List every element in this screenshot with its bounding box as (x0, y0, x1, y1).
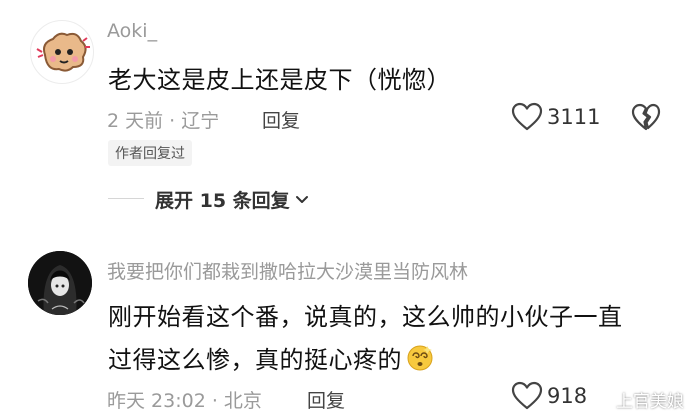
like-button[interactable]: 918 (511, 381, 587, 411)
heart-outline-icon (511, 102, 543, 131)
like-button[interactable]: 3111 (511, 102, 600, 132)
dislike-button[interactable] (631, 103, 661, 135)
expand-replies-label: 展开 15 条回复 (155, 190, 290, 212)
expand-replies-button[interactable]: 展开 15 条回复 (155, 186, 310, 213)
avatar[interactable] (28, 251, 92, 315)
avatar-image (36, 32, 90, 72)
comment-username[interactable]: Aoki_ (107, 20, 157, 42)
watermark-text: 上官美娘 (616, 392, 684, 412)
weibo-logo-icon (593, 392, 612, 408)
avatar[interactable] (30, 20, 94, 84)
chevron-down-icon (295, 195, 308, 203)
comment-time-location: 2 天前 · 辽宁 (107, 110, 220, 132)
comment-text: 老大这是皮上还是皮下（恍惚） (108, 66, 451, 94)
comment-text-line-1: 刚开始看这个番，说真的，这么帅的小伙子一直 (108, 303, 623, 331)
reply-button[interactable]: 回复 (307, 386, 345, 413)
reply-button[interactable]: 回复 (262, 106, 300, 133)
comment-username[interactable]: 我要把你们都栽到撒哈拉大沙漠里当防风林 (107, 257, 468, 284)
watermark: 上官美娘 (593, 387, 684, 412)
comment-time-location: 昨天 23:02 · 北京 (107, 390, 262, 412)
expand-divider (108, 198, 144, 199)
comment-text: 过得这么惨，真的挺心疼的 (108, 346, 402, 374)
author-replied-tag: 作者回复过 (108, 140, 192, 166)
avatar-image (28, 251, 92, 315)
like-count: 3111 (547, 105, 601, 129)
dizzy-face-emoji (405, 342, 435, 378)
heart-outline-icon (511, 381, 543, 410)
like-count: 918 (547, 384, 588, 408)
comment-text-line-2: 过得这么惨，真的挺心疼的 (108, 340, 435, 378)
broken-heart-icon (631, 103, 661, 131)
